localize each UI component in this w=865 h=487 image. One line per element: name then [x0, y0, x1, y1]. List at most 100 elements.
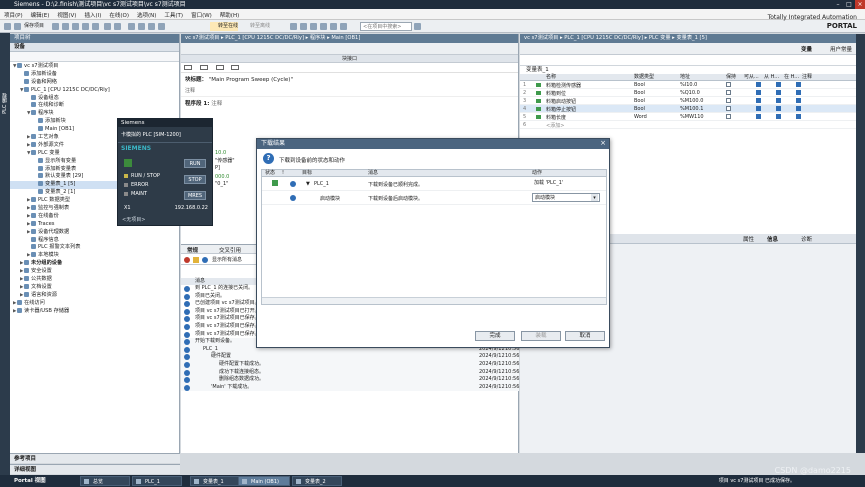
tree-item[interactable]: ▶ 未分组的设备: [10, 260, 179, 268]
split-horizontal-icon[interactable]: [330, 23, 337, 30]
tree-item[interactable]: 添加新设备: [10, 70, 179, 79]
go-online-button[interactable]: 转至在线: [210, 22, 239, 31]
tag-name[interactable]: 料箱到位: [546, 90, 566, 97]
tag-col-header[interactable]: 数据类型: [634, 74, 654, 81]
error-filter-icon[interactable]: [184, 257, 190, 263]
tag-name[interactable]: 料箱长度: [546, 114, 566, 121]
tree-item[interactable]: ▶ 在线访问: [10, 299, 179, 308]
print-icon[interactable]: [52, 23, 59, 30]
accessible-hmi-checkbox[interactable]: [756, 82, 761, 87]
expand-arrow-icon[interactable]: ▼: [306, 181, 310, 187]
retain-checkbox[interactable]: [726, 90, 731, 95]
message-row[interactable]: 'Main' 下载成功。 2024/9/12 10:56:35: [181, 383, 527, 392]
writable-hmi-checkbox[interactable]: [776, 98, 781, 103]
col-message[interactable]: 消息: [195, 278, 205, 285]
tag-name[interactable]: 料箱检测传感器: [546, 82, 581, 89]
reference-projects-section[interactable]: 参考项目: [10, 453, 180, 463]
contact-no-icon[interactable]: [184, 65, 192, 70]
tab-user-constants[interactable]: 用户常量: [830, 45, 852, 53]
block-interface-bar[interactable]: 块接口: [181, 55, 518, 63]
tree-item[interactable]: ▼ vc s7测试项目: [10, 63, 179, 71]
tag-address[interactable]: %I10.0: [680, 82, 697, 88]
results-col-header[interactable]: 动作: [532, 170, 542, 177]
mres-button[interactable]: MRES: [184, 191, 206, 200]
warning-filter-icon[interactable]: [193, 257, 199, 263]
taskbar-editor-tab[interactable]: 总览: [80, 476, 130, 486]
tree-item[interactable]: 设备和网络: [10, 78, 179, 87]
minimize-button[interactable]: –: [833, 0, 843, 9]
tag-col-header[interactable]: 可从...: [744, 74, 759, 81]
new-project-icon[interactable]: [4, 23, 11, 30]
tag-name[interactable]: <添加>: [546, 122, 564, 129]
writable-hmi-checkbox[interactable]: [776, 114, 781, 119]
cut-icon[interactable]: [62, 23, 69, 30]
info-filter-icon[interactable]: [202, 257, 208, 263]
tag-type[interactable]: Bool: [634, 82, 645, 88]
taskbar-editor-tab[interactable]: PLC_1: [132, 476, 182, 486]
plcsim-project-link[interactable]: <无项目>: [122, 216, 145, 223]
message-row[interactable]: 硬件配置下载成功。 2024/9/12 10:56:34: [181, 361, 527, 369]
results-col-header[interactable]: 消息: [368, 170, 378, 177]
simulate-icon[interactable]: [158, 23, 165, 30]
tag-address[interactable]: %M100.0: [680, 98, 703, 104]
tag-col-header[interactable]: 保持: [726, 74, 736, 81]
stop-button[interactable]: STOP: [184, 175, 206, 184]
show-all-messages[interactable]: 显示所有消息: [212, 256, 242, 263]
tag-row[interactable]: 2 料箱到位 Bool %Q10.0: [520, 89, 856, 97]
maximize-button[interactable]: □: [844, 0, 854, 9]
accessible-hmi-checkbox[interactable]: [756, 98, 761, 103]
copy-icon[interactable]: [72, 23, 79, 30]
cancel-button[interactable]: 取消: [565, 331, 605, 341]
tag-address[interactable]: %Q10.0: [680, 90, 700, 96]
writable-hmi-checkbox[interactable]: [776, 90, 781, 95]
tab-info[interactable]: 信息: [767, 235, 778, 243]
plc-programming-tab[interactable]: PLC 编程: [1, 93, 9, 114]
visible-hmi-checkbox[interactable]: [796, 90, 801, 95]
tag-name[interactable]: 料箱启动按钮: [546, 98, 576, 105]
results-action[interactable]: 加载 'PLC_1': [532, 179, 600, 188]
visible-hmi-checkbox[interactable]: [796, 114, 801, 119]
load-button[interactable]: 装载: [521, 331, 561, 341]
tree-item[interactable]: ▶ 设备代理数据: [10, 228, 179, 237]
compile-icon[interactable]: [128, 23, 135, 30]
run-button[interactable]: RUN: [184, 159, 206, 168]
retain-checkbox[interactable]: [726, 106, 731, 111]
tag-type[interactable]: Bool: [634, 90, 645, 96]
tag-address[interactable]: %MW110: [680, 114, 704, 120]
tree-item[interactable]: 程序信息: [10, 236, 179, 245]
portal-view-button[interactable]: Portal 视图: [14, 476, 46, 486]
contact-nc-icon[interactable]: [199, 65, 208, 70]
retain-checkbox[interactable]: [726, 114, 731, 119]
tag-row[interactable]: 5 料箱长度 Word %MW110: [520, 113, 856, 121]
results-action[interactable]: 启动模块 ▾: [532, 193, 600, 202]
visible-hmi-checkbox[interactable]: [796, 98, 801, 103]
accessible-hmi-checkbox[interactable]: [756, 90, 761, 95]
tag-type[interactable]: Bool: [634, 98, 645, 104]
dialog-close-icon[interactable]: ×: [600, 139, 606, 147]
finish-button[interactable]: 完成: [475, 331, 515, 341]
coil-icon[interactable]: [215, 65, 224, 70]
redo-icon[interactable]: [114, 23, 121, 30]
accessible-devices-icon[interactable]: [290, 23, 297, 30]
results-col-header[interactable]: !: [282, 170, 284, 177]
tag-col-header[interactable]: 注释: [802, 74, 812, 81]
tag-row[interactable]: 4 料箱停止按钮 Bool %M100.1: [520, 105, 856, 113]
results-col-header[interactable]: 状态: [265, 170, 275, 177]
tag-name[interactable]: 料箱停止按钮: [546, 106, 576, 113]
accessible-hmi-checkbox[interactable]: [756, 114, 761, 119]
start-cpu-icon[interactable]: [300, 23, 307, 30]
go-offline-button[interactable]: 转至离线: [250, 22, 270, 31]
tree-item[interactable]: PLC 报警文本列表: [10, 244, 179, 252]
tag-address[interactable]: %M100.1: [680, 106, 703, 112]
split-vertical-icon[interactable]: [340, 23, 347, 30]
taskbar-editor-tab[interactable]: 变量表_2: [292, 476, 342, 486]
results-row[interactable]: 启动模块 下载到设备后启动模块。 启动模块 ▾: [262, 191, 606, 205]
accessible-hmi-checkbox[interactable]: [756, 106, 761, 111]
close-window-button[interactable]: ×: [855, 0, 865, 9]
tree-item[interactable]: ▶ 公共数据: [10, 276, 179, 284]
tree-item[interactable]: ▶ 读卡器/USB 存储器: [10, 307, 179, 316]
tab-tags[interactable]: 变量: [801, 45, 812, 53]
undo-icon[interactable]: [104, 23, 111, 30]
open-project-icon[interactable]: [14, 23, 21, 30]
tree-item[interactable]: ▶ 安全设置: [10, 268, 179, 276]
